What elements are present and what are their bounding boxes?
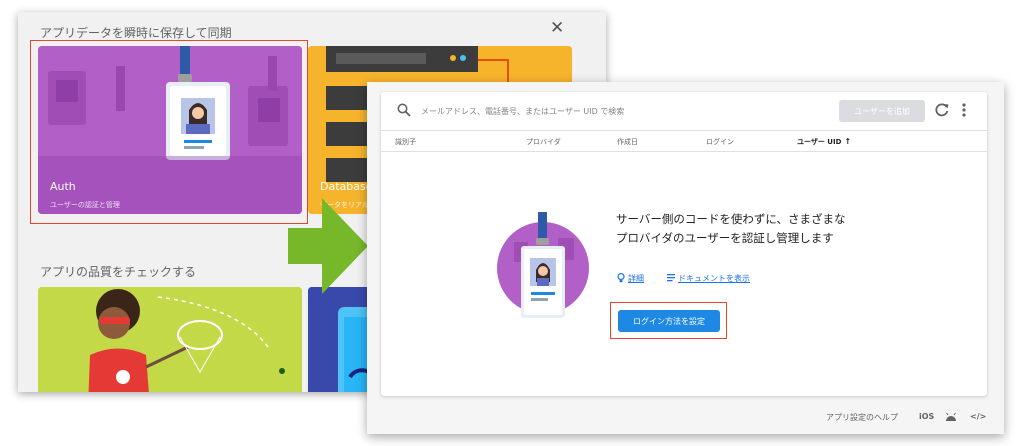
add-user-button[interactable]: ユーザーを追加 [839, 100, 925, 122]
web-code-icon[interactable]: </> [970, 412, 986, 421]
column-user-uid[interactable]: ユーザー UID ↑ [797, 137, 851, 147]
users-panel: ユーザーを追加 識別子 プロバイダ 作成日 ログイン ユーザー UID↑ [381, 92, 987, 396]
document-icon [667, 273, 675, 284]
auth-card-title: Auth [50, 180, 76, 193]
table-header: 識別子 プロバイダ 作成日 ログイン ユーザー UID ↑ [381, 130, 987, 152]
screenshot-stage: アプリデータを瞬時に保存して同期 ✕ Auth ユーザーの認証と管理 Datab… [0, 0, 1024, 446]
empty-state-message: サーバー側のコードを使わずに、さまざまなプロバイダのユーザーを認証し管理します [616, 212, 846, 245]
lightbulb-icon [617, 272, 625, 285]
search-icon [397, 103, 411, 117]
refresh-icon[interactable] [934, 102, 950, 118]
column-provider[interactable]: プロバイダ [526, 137, 561, 147]
auth-users-console: ユーザーを追加 識別子 プロバイダ 作成日 ログイン ユーザー UID↑ [367, 82, 1004, 434]
android-icon[interactable] [945, 413, 957, 422]
auth-badge-illustration [497, 212, 589, 318]
search-bar: ユーザーを追加 [381, 92, 987, 130]
sort-arrow-up-icon: ↑ [844, 137, 852, 146]
crashlytics-card[interactable] [38, 287, 302, 392]
column-identifier[interactable]: 識別子 [395, 137, 416, 147]
search-input[interactable] [421, 102, 801, 120]
close-icon[interactable]: ✕ [550, 18, 564, 38]
column-user-uid-label: ユーザー UID [797, 138, 842, 146]
section-title-quality: アプリの品質をチェックする [40, 265, 197, 279]
auth-card-subtitle: ユーザーの認証と管理 [50, 201, 120, 209]
more-vert-icon[interactable] [961, 102, 967, 118]
set-up-sign-in-method-button[interactable]: ログイン方法を設定 [618, 310, 720, 332]
section-title-sync: アプリデータを瞬時に保存して同期 [40, 26, 232, 40]
bug-catcher-illustration [38, 287, 302, 392]
arrow-right-icon [288, 198, 368, 294]
app-settings-help-link[interactable]: アプリ設定のヘルプ [826, 412, 898, 423]
view-docs-link[interactable]: ドキュメントを表示 [678, 273, 750, 284]
ios-label[interactable]: iOS [919, 412, 934, 421]
database-card-title: Database [320, 180, 373, 193]
learn-more-link[interactable]: 詳細 [628, 273, 644, 284]
column-created[interactable]: 作成日 [617, 137, 638, 147]
column-signed-in[interactable]: ログイン [706, 137, 734, 147]
auth-card[interactable]: Auth ユーザーの認証と管理 [38, 46, 302, 214]
